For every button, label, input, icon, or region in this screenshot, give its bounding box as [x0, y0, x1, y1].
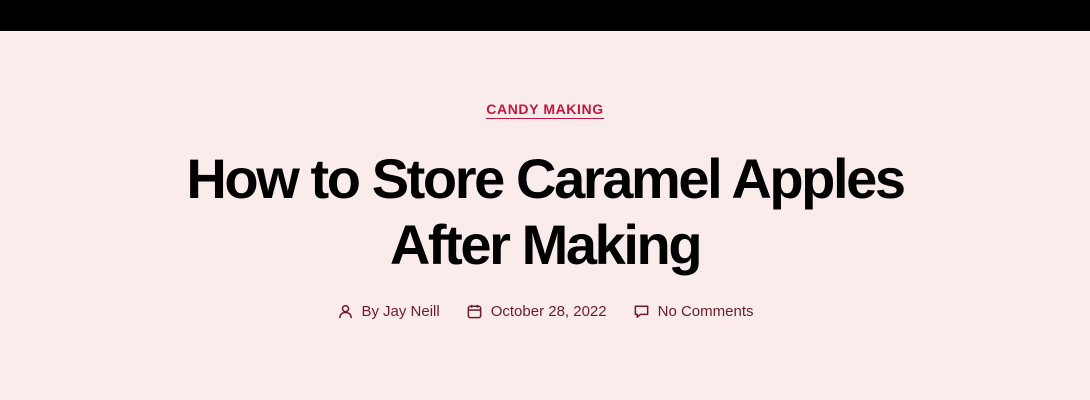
comments-link[interactable]: No Comments: [658, 303, 754, 320]
post-title-line-1: How to Store Caramel Apples: [186, 147, 906, 210]
comment-bubble-icon: [633, 303, 650, 320]
post-meta: By Jay Neill October 28, 2022 No Comment…: [0, 303, 1090, 320]
post-author: By Jay Neill: [337, 303, 440, 320]
post-title-line-2: After Making: [389, 213, 703, 276]
calendar-icon: [466, 303, 483, 320]
author-link[interactable]: Jay Neill: [383, 303, 440, 320]
category-link-candy-making[interactable]: CANDY MAKING: [486, 101, 604, 119]
top-bar: [0, 0, 1090, 31]
author-prefix: By: [361, 303, 380, 320]
post-comments: No Comments: [633, 303, 754, 320]
entry-categories: CANDY MAKING: [0, 101, 1090, 119]
post-date-link[interactable]: October 28, 2022: [491, 303, 607, 320]
entry-header: CANDY MAKING How to Store Caramel Apples…: [0, 31, 1090, 400]
post-title: How to Store Caramel Apples After Making: [0, 146, 1090, 278]
post-date: October 28, 2022: [466, 303, 607, 320]
user-icon: [337, 303, 354, 320]
